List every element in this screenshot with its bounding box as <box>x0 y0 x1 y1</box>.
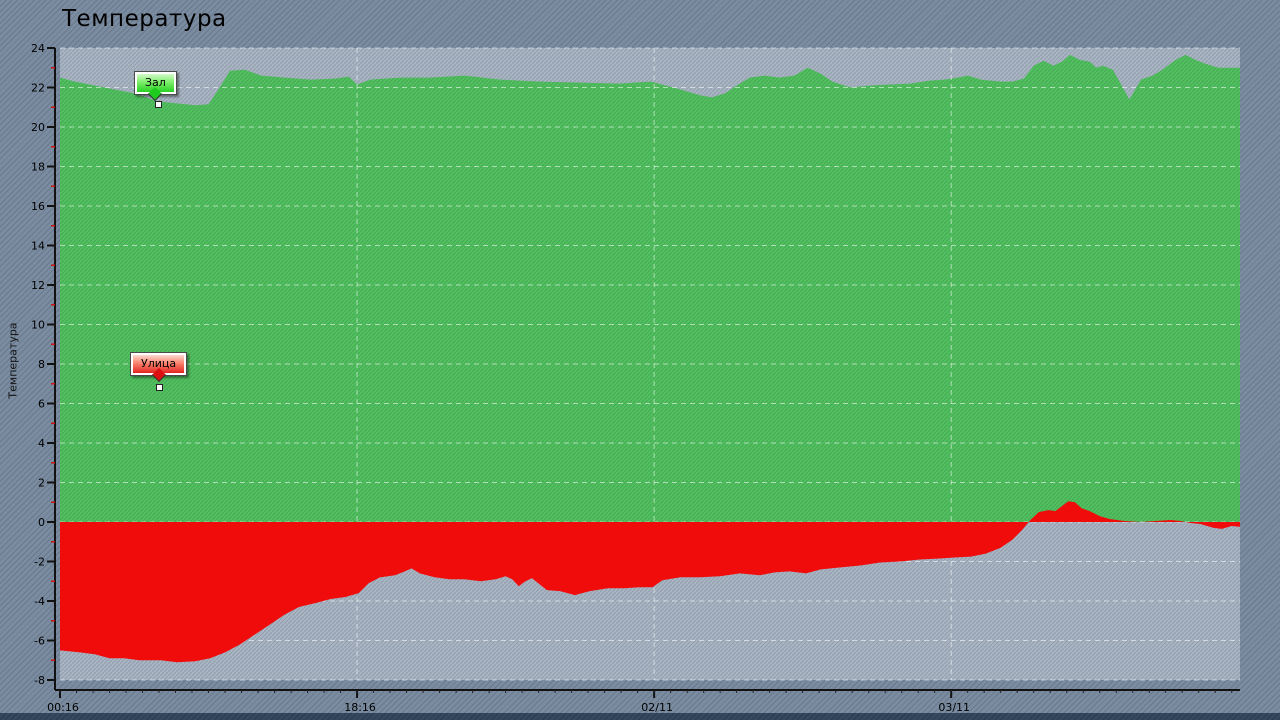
y-tick-label: 10 <box>31 319 45 332</box>
chart-window: 242220181614121086420-2-4-6-800:1618:160… <box>0 0 1280 720</box>
window-bottom-edge <box>0 713 1280 720</box>
series-mark-zal[interactable]: Зал <box>134 71 177 95</box>
y-tick-label: 20 <box>31 121 45 134</box>
series-mark-ulitsa-anchor <box>156 384 163 391</box>
series-mark-zal-anchor <box>155 101 162 108</box>
y-tick-label: 22 <box>31 82 45 95</box>
y-tick-label: -8 <box>34 674 45 687</box>
chart-title: Температура <box>62 6 227 32</box>
y-axis-title: Температура <box>7 301 20 421</box>
y-tick-label: 16 <box>31 200 45 213</box>
y-tick-label: -2 <box>34 556 45 569</box>
y-tick-label: -6 <box>34 635 45 648</box>
y-tick-label: -4 <box>34 595 45 608</box>
chart-canvas[interactable]: 242220181614121086420-2-4-6-800:1618:160… <box>0 0 1280 720</box>
y-tick-label: 4 <box>38 437 45 450</box>
series-mark-ulitsa-label: Улица <box>141 357 176 370</box>
y-tick-label: 0 <box>38 516 45 529</box>
series-mark-ulitsa[interactable]: Улица <box>130 352 187 376</box>
y-tick-label: 8 <box>38 358 45 371</box>
y-tick-label: 2 <box>38 477 45 490</box>
y-tick-label: 14 <box>31 240 45 253</box>
y-tick-label: 6 <box>38 398 45 411</box>
series-mark-zal-label: Зал <box>145 76 166 89</box>
y-tick-label: 12 <box>31 279 45 292</box>
y-tick-label: 18 <box>31 161 45 174</box>
y-tick-label: 24 <box>31 42 45 55</box>
